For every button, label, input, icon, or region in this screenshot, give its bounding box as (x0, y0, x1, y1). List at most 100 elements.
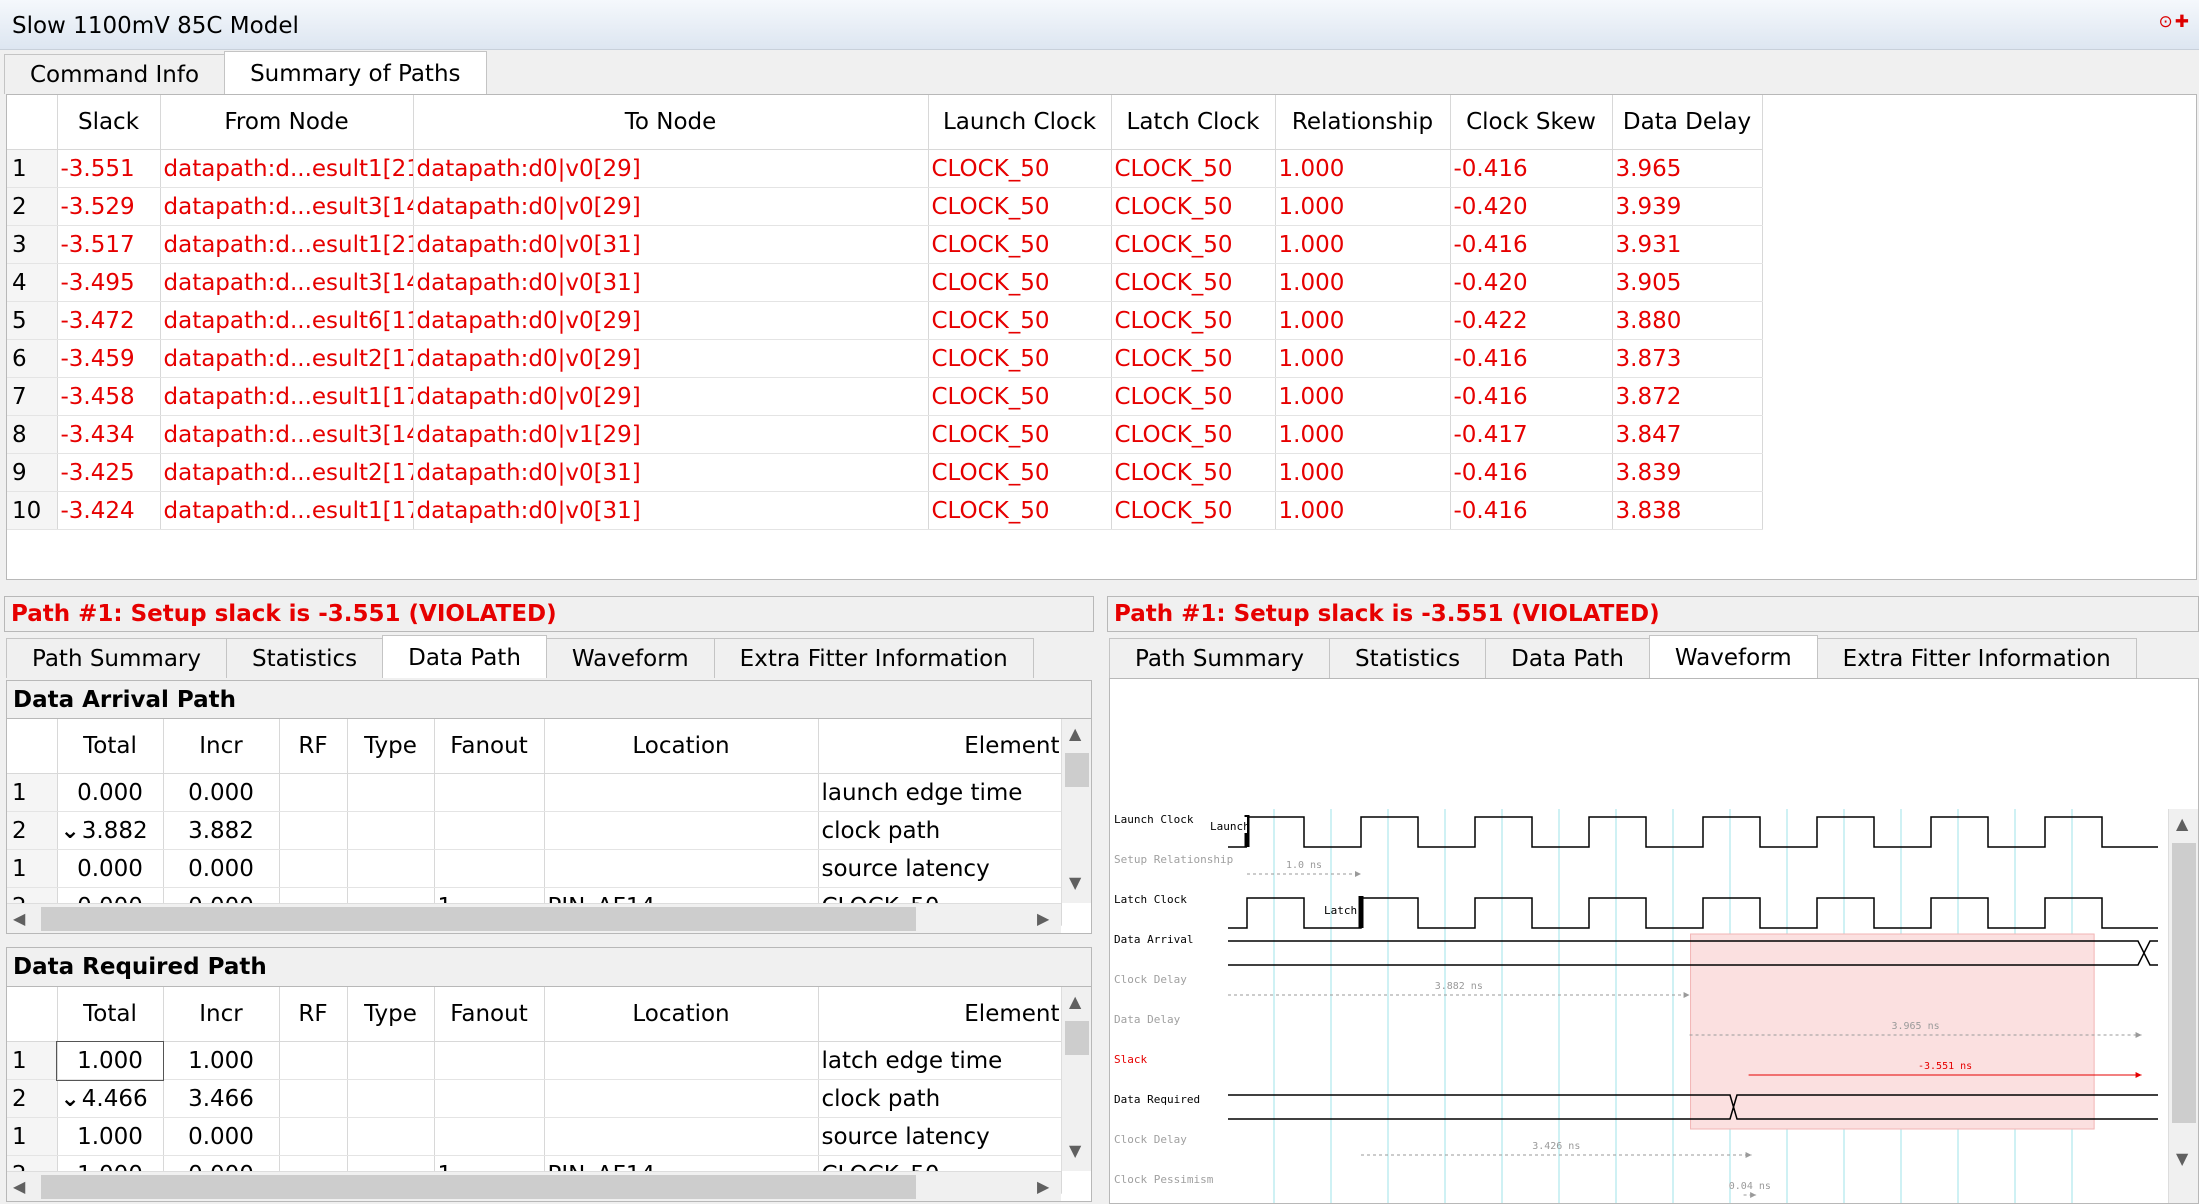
column-header[interactable]: Location (544, 987, 819, 1042)
scrollbar-thumb[interactable] (1065, 1021, 1089, 1055)
window-controls-icon[interactable]: ⊙✚ (2159, 12, 2192, 32)
table-row[interactable]: 4 -3.495 datapath:d...esult3[14] datapath:d… (7, 263, 1763, 302)
row-number: 2 (7, 187, 58, 226)
scroll-down-icon[interactable]: ▼ (1069, 1141, 1081, 1160)
table-cell: ⌄4.466 (57, 1079, 164, 1118)
column-header[interactable]: Element (818, 987, 1062, 1042)
table-row[interactable]: 9 -3.425 datapath:d...esult2[17] datapath:d… (7, 453, 1763, 492)
column-header[interactable]: Incr (163, 987, 280, 1042)
column-header[interactable]: RF (279, 719, 348, 774)
table-cell (544, 1117, 819, 1156)
scroll-up-icon[interactable]: ▲ (1069, 724, 1081, 743)
scroll-left-icon[interactable]: ◀ (13, 909, 25, 928)
scroll-right-icon[interactable]: ▶ (1037, 1177, 1049, 1196)
launch-clock-trace (1228, 816, 2158, 848)
tab-command-info[interactable]: Command Info (4, 54, 226, 94)
table-row[interactable]: 1 -3.551 datapath:d...esult1[21] datapath:d… (7, 149, 1763, 188)
table-cell: -3.551 (57, 149, 161, 188)
column-header[interactable]: Launch Clock (928, 95, 1112, 150)
scrollbar-thumb[interactable] (2172, 843, 2196, 1123)
column-header[interactable]: Fanout (434, 987, 545, 1042)
table-cell: datapath:d...esult2[17] (160, 339, 414, 378)
required-vertical-scrollbar[interactable]: ▲ ▼ (1061, 987, 1091, 1171)
scrollbar-thumb[interactable] (41, 907, 916, 931)
table-row[interactable]: 1 0.000 0.000 launch edge time (7, 773, 1062, 812)
table-row[interactable]: 1 0.000 0.000 source latency (7, 849, 1062, 888)
column-header[interactable]: Fanout (434, 719, 545, 774)
right-tab-statistics[interactable]: Statistics (1329, 638, 1487, 678)
scrollbar-thumb[interactable] (1065, 753, 1089, 787)
column-header[interactable]: Incr (163, 719, 280, 774)
table-row[interactable]: 3 -3.517 datapath:d...esult1[21] datapath:d… (7, 225, 1763, 264)
right-tab-data-path[interactable]: Data Path (1485, 638, 1650, 678)
column-header[interactable]: Clock Skew (1450, 95, 1613, 150)
signal-label: Slack (1114, 1053, 1147, 1066)
table-cell: datapath:d0|v0[29] (413, 187, 929, 226)
table-row[interactable]: 1 1.000 0.000 source latency (7, 1117, 1062, 1156)
setup-relationship-label: 1.0 ns (1286, 860, 1322, 871)
table-cell (279, 1041, 348, 1080)
required-horizontal-scrollbar[interactable]: ◀ ▶ (7, 1171, 1061, 1201)
column-header[interactable]: Latch Clock (1111, 95, 1276, 150)
column-header[interactable]: Type (347, 719, 435, 774)
left-tab-path-summary[interactable]: Path Summary (6, 638, 227, 678)
column-header[interactable]: Total (57, 987, 164, 1042)
column-header[interactable]: Element (818, 719, 1062, 774)
left-tab-extra-fitter-information[interactable]: Extra Fitter Information (713, 638, 1034, 678)
chevron-down-icon[interactable]: ⌄ (61, 1086, 80, 1112)
table-row[interactable]: 7 -3.458 datapath:d...esult1[17] datapath:d… (7, 377, 1763, 416)
arrow-head-icon (2135, 1032, 2142, 1038)
scroll-down-icon[interactable]: ▼ (1069, 873, 1081, 892)
column-header[interactable] (7, 95, 58, 150)
left-tab-data-path[interactable]: Data Path (382, 635, 547, 678)
table-cell: CLOCK_50 (1111, 415, 1276, 454)
table-row[interactable]: 2 ⌄4.466 3.466 clock path (7, 1079, 1062, 1118)
waveform-vertical-scrollbar[interactable]: ▲ ▼ (2168, 809, 2198, 1203)
column-header[interactable] (7, 987, 58, 1042)
table-row[interactable]: 8 -3.434 datapath:d...esult3[14] datapath:d… (7, 415, 1763, 454)
column-header[interactable]: Type (347, 987, 435, 1042)
scroll-left-icon[interactable]: ◀ (13, 1177, 25, 1196)
scrollbar-thumb[interactable] (41, 1175, 916, 1199)
column-header[interactable]: Total (57, 719, 164, 774)
table-cell: CLOCK_50 (928, 225, 1112, 264)
table-cell (434, 849, 545, 888)
tab-summary-of-paths[interactable]: Summary of Paths (224, 51, 487, 94)
column-header[interactable]: Slack (57, 95, 161, 150)
table-row[interactable]: 10 -3.424 datapath:d...esult1[17] datapath:… (7, 491, 1763, 530)
arrival-horizontal-scrollbar[interactable]: ◀ ▶ (7, 903, 1061, 933)
arrow-head-icon (2135, 1072, 2142, 1078)
table-cell: 1.000 (1275, 377, 1451, 416)
chevron-down-icon[interactable]: ⌄ (61, 818, 80, 844)
right-tab-path-summary[interactable]: Path Summary (1109, 638, 1330, 678)
column-header[interactable]: From Node (160, 95, 414, 150)
left-tab-statistics[interactable]: Statistics (226, 638, 384, 678)
slack-label: -3.551 ns (1918, 1061, 1972, 1072)
scroll-up-icon[interactable]: ▲ (2176, 814, 2188, 833)
table-cell: 3.838 (1612, 491, 1763, 530)
column-header[interactable]: Location (544, 719, 819, 774)
table-row[interactable]: 5 -3.472 datapath:d...esult6[11] datapath:d… (7, 301, 1763, 340)
scroll-right-icon[interactable]: ▶ (1037, 909, 1049, 928)
table-cell: datapath:d0|v0[29] (413, 339, 929, 378)
column-header[interactable]: RF (279, 987, 348, 1042)
table-row[interactable]: 1 1.000 1.000 latch edge time (7, 1040, 1062, 1081)
left-tab-waveform[interactable]: Waveform (545, 638, 715, 678)
arrow-head-icon (1355, 871, 1361, 877)
table-cell (544, 849, 819, 888)
column-header[interactable]: Relationship (1275, 95, 1451, 150)
column-header[interactable] (7, 719, 58, 774)
table-row[interactable]: 2 -3.529 datapath:d...esult3[14] datapath:d… (7, 187, 1763, 226)
signal-label: Data Required (1114, 1093, 1200, 1106)
right-tab-extra-fitter-information[interactable]: Extra Fitter Information (1816, 638, 2137, 678)
table-row[interactable]: 2 ⌄3.882 3.882 clock path (7, 811, 1062, 850)
scroll-up-icon[interactable]: ▲ (1069, 992, 1081, 1011)
column-header[interactable]: Data Delay (1612, 95, 1763, 150)
table-row[interactable]: 6 -3.459 datapath:d...esult2[17] datapath:d… (7, 339, 1763, 378)
right-tab-waveform[interactable]: Waveform (1648, 635, 1818, 678)
signal-label: Launch Clock (1114, 813, 1194, 826)
arrival-vertical-scrollbar[interactable]: ▲ ▼ (1061, 719, 1091, 903)
table-cell: CLOCK_50 (928, 377, 1112, 416)
scroll-down-icon[interactable]: ▼ (2176, 1149, 2188, 1168)
column-header[interactable]: To Node (413, 95, 929, 150)
